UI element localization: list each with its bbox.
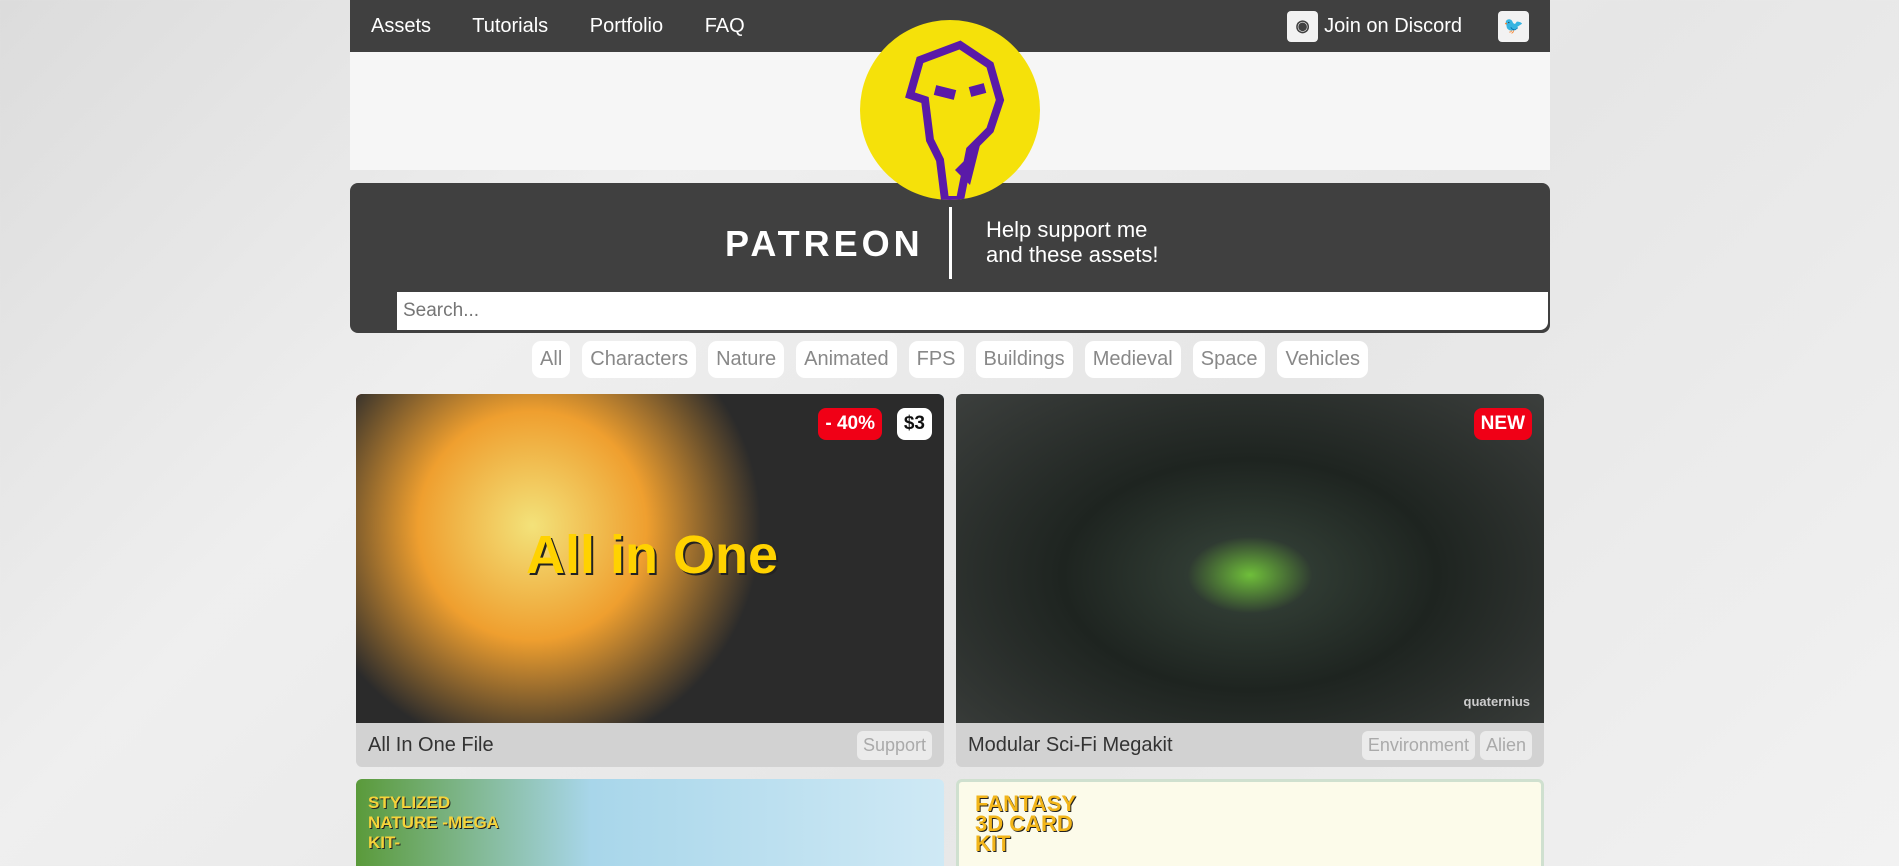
filter-vehicles[interactable]: Vehicles (1277, 341, 1368, 378)
discord-icon: ◉ (1287, 10, 1319, 42)
tag[interactable]: Support (856, 730, 932, 760)
discord-link[interactable]: ◉ Join on Discord (1287, 10, 1462, 42)
asset-card[interactable]: FANTASY 3D CARD KIT (956, 779, 1544, 866)
card-image-title: FANTASY 3D CARD KIT (975, 791, 1076, 856)
card-image-title: STYLIZED NATURE -MEGA KIT- (368, 793, 499, 852)
patreon-logo-text: PATREON (725, 223, 924, 264)
nav-portfolio[interactable]: Portfolio (590, 15, 663, 37)
patreon-help-text: Help support me and these assets! (986, 217, 1159, 267)
filter-all[interactable]: All (532, 341, 571, 378)
card-title: All In One File (368, 733, 494, 756)
twitter-icon[interactable]: 🐦 (1498, 10, 1529, 42)
filter-characters[interactable]: Characters (582, 341, 697, 378)
card-title: Modular Sci-Fi Megakit (968, 733, 1173, 756)
card-image-title: All in One (526, 525, 779, 585)
divider (949, 207, 952, 279)
card-image: All in One - 40% $3 (356, 394, 944, 723)
watermark: quaternius (1463, 694, 1530, 709)
filter-buildings[interactable]: Buildings (975, 341, 1073, 378)
search-input[interactable] (397, 292, 1548, 330)
discount-badge: - 40% (818, 408, 882, 440)
filter-bar: All Characters Nature Animated FPS Build… (350, 341, 1550, 378)
asset-card[interactable]: NEW quaternius Modular Sci-Fi Megakit Env… (956, 394, 1544, 767)
asset-card[interactable]: All in One - 40% $3 All In One File Suppo… (356, 394, 944, 767)
filter-medieval[interactable]: Medieval (1084, 341, 1181, 378)
new-badge: NEW (1473, 408, 1532, 440)
tag[interactable]: Environment (1361, 730, 1475, 760)
asset-card[interactable]: STYLIZED NATURE -MEGA KIT- (356, 779, 944, 866)
filter-fps[interactable]: FPS (908, 341, 964, 378)
filter-space[interactable]: Space (1192, 341, 1266, 378)
asset-grid: All in One - 40% $3 All In One File Suppo… (350, 394, 1550, 866)
filter-nature[interactable]: Nature (708, 341, 785, 378)
patreon-panel[interactable]: PATREON Help support me and these assets! (350, 183, 1550, 333)
nav-tutorials[interactable]: Tutorials (472, 15, 548, 37)
price-badge: $3 (896, 408, 932, 440)
discord-label: Join on Discord (1324, 14, 1462, 37)
logo[interactable] (860, 20, 1040, 200)
nav-faq[interactable]: FAQ (705, 15, 745, 37)
tag[interactable]: Alien (1479, 730, 1532, 760)
card-image: NEW quaternius (956, 394, 1544, 723)
nav-assets[interactable]: Assets (371, 15, 431, 37)
page-container: Assets Tutorials Portfolio FAQ ◉ Join on … (350, 0, 1550, 866)
filter-animated[interactable]: Animated (796, 341, 897, 378)
